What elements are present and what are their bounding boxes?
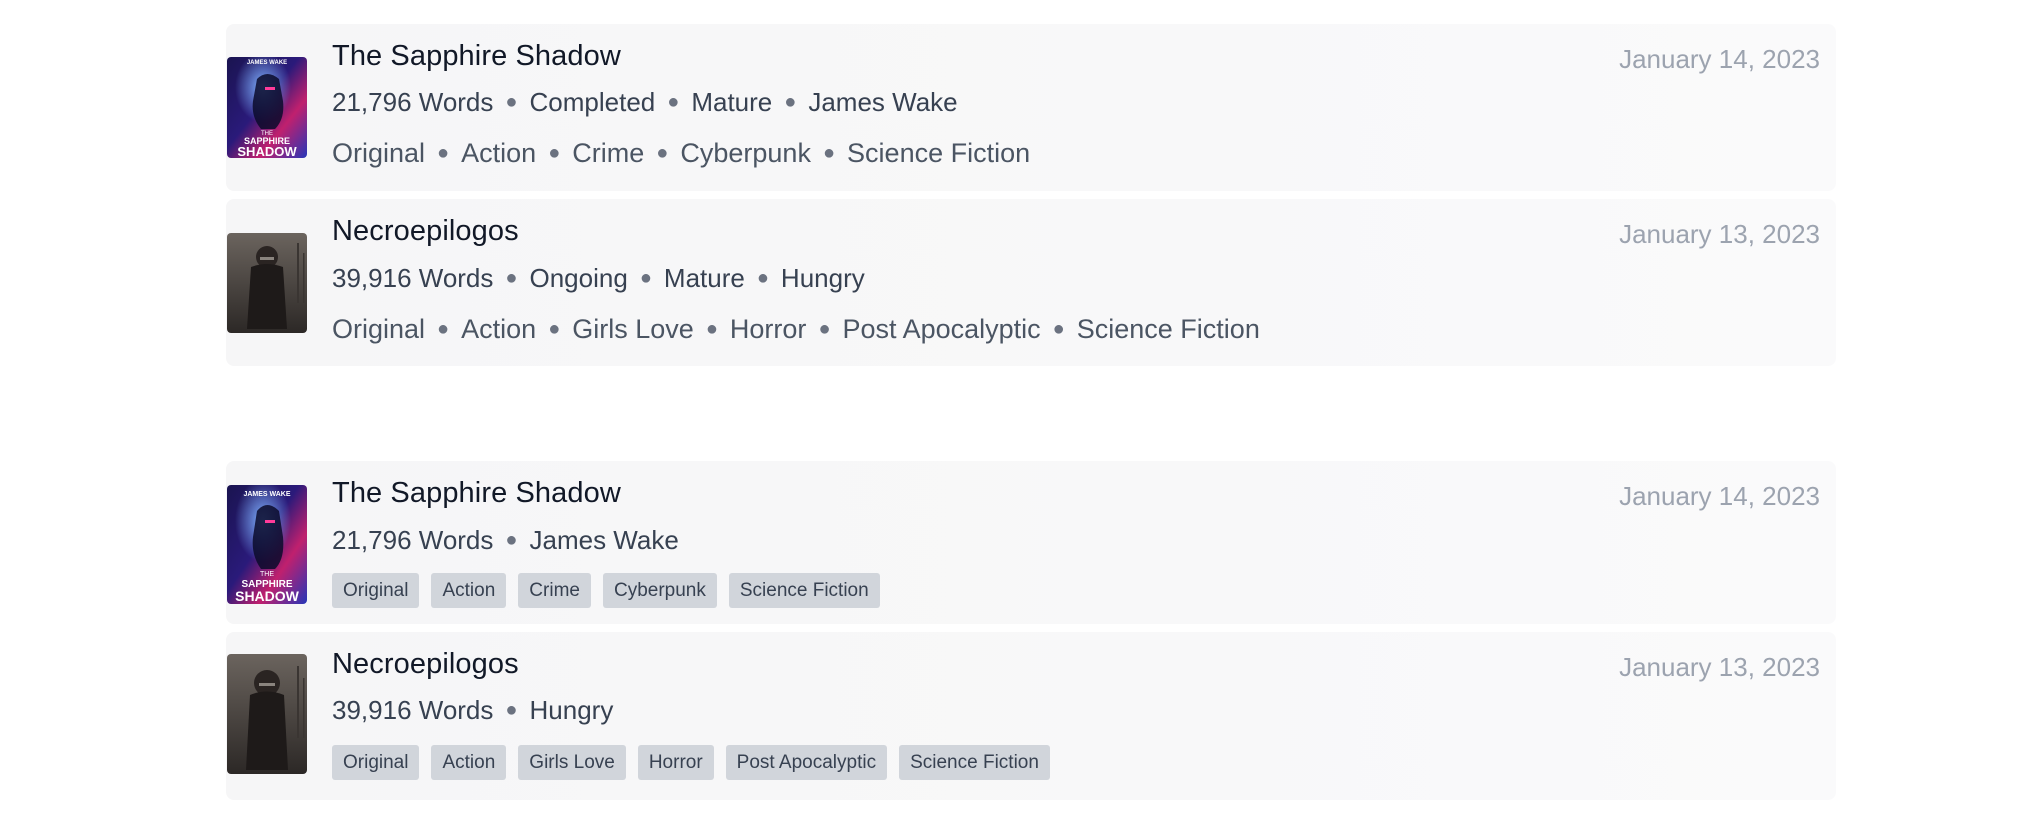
- tag-chip[interactable]: Action: [431, 745, 507, 780]
- separator-dot: ●: [505, 91, 518, 113]
- status-label: Completed: [529, 87, 656, 117]
- tag-link[interactable]: Action: [461, 138, 536, 168]
- separator-dot: ●: [548, 318, 561, 340]
- book-cover-sapphire-shadow[interactable]: JAMES WAKE THE SAPPHIRE SHADOW: [227, 485, 307, 604]
- separator-dot: ●: [705, 318, 718, 340]
- story-meta: 39,916 Words ● Hungry: [332, 695, 613, 726]
- story-date: January 13, 2023: [1619, 219, 1820, 249]
- tag-chip[interactable]: Girls Love: [518, 745, 626, 780]
- story-date: January 13, 2023: [1619, 652, 1820, 682]
- tag-chip[interactable]: Original: [332, 745, 420, 780]
- separator-dot: ●: [667, 91, 680, 113]
- tag-link[interactable]: Girls Love: [572, 314, 694, 344]
- story-title[interactable]: The Sapphire Shadow: [332, 477, 621, 510]
- rating-label: Mature: [691, 87, 773, 117]
- tag-chip[interactable]: Science Fiction: [728, 573, 880, 608]
- word-count: 21,796 Words: [332, 525, 494, 555]
- separator-dot: ●: [639, 267, 652, 289]
- story-title[interactable]: Necroepilogos: [332, 648, 519, 681]
- word-count: 39,916 Words: [332, 695, 494, 725]
- tag-link[interactable]: Original: [332, 314, 425, 344]
- svg-text:THE: THE: [260, 571, 274, 578]
- story-title[interactable]: The Sapphire Shadow: [332, 40, 621, 73]
- cover-author-text: JAMES WAKE: [247, 60, 287, 66]
- word-count: 21,796 Words: [332, 87, 494, 117]
- story-card[interactable]: Necroepilogos January 13, 2023 39,916 Wo…: [226, 199, 1836, 366]
- rating-label: Mature: [663, 263, 745, 293]
- separator-dot: ●: [505, 699, 518, 721]
- separator-dot: ●: [548, 142, 561, 164]
- tag-link[interactable]: Science Fiction: [1077, 314, 1260, 344]
- author-link[interactable]: Hungry: [781, 263, 865, 293]
- tag-chip[interactable]: Cyberpunk: [602, 573, 717, 608]
- tag-chip[interactable]: Post Apocalyptic: [725, 745, 888, 780]
- story-date: January 14, 2023: [1619, 44, 1820, 74]
- tag-link[interactable]: Original: [332, 138, 425, 168]
- separator-dot: ●: [505, 267, 518, 289]
- story-meta: 21,796 Words ● James Wake: [332, 525, 679, 556]
- separator-dot: ●: [437, 142, 450, 164]
- separator-dot: ●: [818, 318, 831, 340]
- svg-text:SHADOW: SHADOW: [237, 144, 297, 158]
- tag-list: Original ● Action ● Girls Love ● Horror ● Post A…: [332, 314, 1260, 345]
- tag-chip-list: Original Action Girls Love Horror Post A…: [332, 745, 1050, 780]
- author-link[interactable]: Hungry: [530, 695, 614, 725]
- tag-link[interactable]: Action: [461, 314, 536, 344]
- tag-chip[interactable]: Original: [332, 573, 420, 608]
- story-meta: 21,796 Words ● Completed ● Mature ● James Wake: [332, 87, 958, 118]
- status-label: Ongoing: [529, 263, 628, 293]
- tag-link[interactable]: Crime: [572, 138, 644, 168]
- tag-chip[interactable]: Science Fiction: [899, 745, 1050, 780]
- story-title[interactable]: Necroepilogos: [332, 215, 519, 248]
- tag-chip-list: Original Action Crime Cyberpunk Science …: [332, 573, 880, 608]
- author-link[interactable]: James Wake: [808, 87, 957, 117]
- word-count: 39,916 Words: [332, 263, 494, 293]
- book-cover-necroepilogos[interactable]: [227, 654, 307, 774]
- separator-dot: ●: [656, 142, 669, 164]
- separator-dot: ●: [505, 529, 518, 551]
- tag-chip[interactable]: Crime: [518, 573, 591, 608]
- separator-dot: ●: [1052, 318, 1065, 340]
- svg-text:SHADOW: SHADOW: [235, 588, 300, 604]
- separator-dot: ●: [437, 318, 450, 340]
- cover-author-text: JAMES WAKE: [243, 491, 290, 498]
- book-cover-necroepilogos[interactable]: [227, 233, 307, 333]
- story-date: January 14, 2023: [1619, 481, 1820, 511]
- tag-link[interactable]: Post Apocalyptic: [843, 314, 1041, 344]
- story-card[interactable]: JAMES WAKE THE SAPPHIRE SHADOW The Sapph…: [226, 461, 1836, 624]
- story-card[interactable]: Necroepilogos January 13, 2023 39,916 Wo…: [226, 632, 1836, 800]
- book-cover-sapphire-shadow[interactable]: JAMES WAKE THE SAPPHIRE SHADOW: [227, 57, 307, 158]
- tag-chip[interactable]: Action: [431, 573, 507, 608]
- tag-list: Original ● Action ● Crime ● Cyberpunk ● Science …: [332, 138, 1030, 169]
- tag-link[interactable]: Science Fiction: [847, 138, 1030, 168]
- tag-link[interactable]: Cyberpunk: [680, 138, 811, 168]
- separator-dot: ●: [822, 142, 836, 164]
- author-link[interactable]: James Wake: [530, 525, 679, 555]
- story-meta: 39,916 Words ● Ongoing ● Mature ● Hungry: [332, 263, 865, 294]
- tag-link[interactable]: Horror: [730, 314, 807, 344]
- separator-dot: ●: [756, 267, 769, 289]
- tag-chip[interactable]: Horror: [637, 745, 714, 780]
- separator-dot: ●: [784, 91, 797, 113]
- story-card[interactable]: JAMES WAKE THE SAPPHIRE SHADOW The Sapph…: [226, 24, 1836, 191]
